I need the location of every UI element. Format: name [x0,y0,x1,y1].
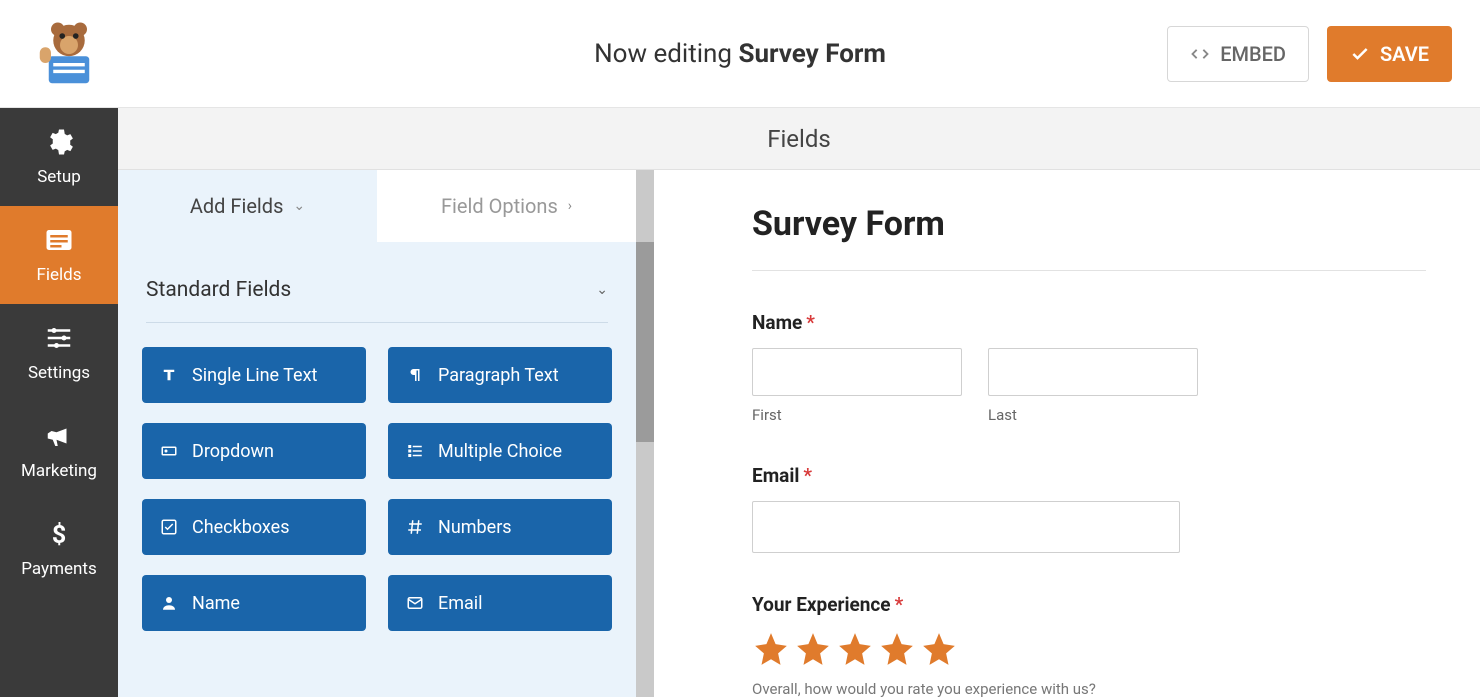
embed-button[interactable]: EMBED [1167,26,1309,82]
form-icon [44,225,74,255]
hash-icon [406,518,424,536]
star-icon[interactable] [878,630,916,668]
add-fields-panel: Add Fields ⌄ Field Options › Standard Fi… [118,170,654,697]
embed-label: EMBED [1220,42,1286,66]
save-button[interactable]: SAVE [1327,26,1452,82]
preview-title: Survey Form [752,204,1426,244]
chevron-down-icon: ⌄ [293,198,305,214]
sidebar-item-fields[interactable]: Fields [0,206,118,304]
last-name-input[interactable] [988,348,1198,396]
sidebar-item-settings[interactable]: Settings [0,304,118,402]
paragraph-icon [406,366,424,384]
first-sublabel: First [752,406,962,424]
checkbox-icon [160,518,178,536]
tab-add-fields[interactable]: Add Fields ⌄ [118,170,377,242]
field-numbers[interactable]: Numbers [388,499,612,555]
bullhorn-icon [44,421,74,451]
editing-title: Now editing Survey Form [594,39,886,69]
field-name[interactable]: Name [142,575,366,631]
chevron-down-icon: ⌄ [596,282,608,298]
divider [752,270,1426,271]
field-email[interactable]: Email [388,575,612,631]
gear-icon [44,127,74,157]
code-icon [1190,44,1210,64]
check-icon [1350,44,1370,64]
field-dropdown[interactable]: Dropdown [142,423,366,479]
experience-label: Your Experience* [752,593,1426,616]
editing-prefix: Now editing [594,39,738,69]
sidebar-item-label: Marketing [21,461,97,481]
brand-logo [28,13,110,95]
field-paragraph-text[interactable]: Paragraph Text [388,347,612,403]
sidebar-item-marketing[interactable]: Marketing [0,402,118,500]
sidebar-item-label: Payments [21,559,96,579]
star-icon[interactable] [920,630,958,668]
required-mark: * [806,311,815,334]
star-icon[interactable] [752,630,790,668]
required-mark: * [803,464,812,487]
sidebar: Setup Fields Settings Marketing $ Paymen… [0,108,118,697]
field-multiple-choice[interactable]: Multiple Choice [388,423,612,479]
top-bar: Now editing Survey Form EMBED SAVE [0,0,1480,108]
section-standard-fields[interactable]: Standard Fields ⌄ [146,278,608,323]
sliders-icon [44,323,74,353]
form-name: Survey Form [738,39,885,69]
star-icon[interactable] [794,630,832,668]
email-input[interactable] [752,501,1180,553]
star-icon[interactable] [836,630,874,668]
field-checkboxes[interactable]: Checkboxes [142,499,366,555]
envelope-icon [406,594,424,612]
tab-field-options[interactable]: Field Options › [377,170,636,242]
dropdown-icon [160,442,178,460]
text-icon [160,366,178,384]
experience-description: Overall, how would you rate you experien… [752,680,1426,697]
dollar-icon: $ [44,519,74,549]
sidebar-item-label: Setup [37,167,81,187]
required-mark: * [895,593,904,616]
name-label: Name* [752,311,1426,334]
scrollbar-thumb[interactable] [636,242,654,442]
sidebar-item-setup[interactable]: Setup [0,108,118,206]
user-icon [160,594,178,612]
form-preview: Survey Form Name* First Last Email* Your… [672,170,1480,697]
sidebar-item-payments[interactable]: $ Payments [0,500,118,598]
sidebar-item-label: Fields [36,265,81,285]
email-label: Email* [752,464,1426,487]
field-grid: Single Line Text Paragraph Text Dropdown… [142,347,612,631]
sidebar-item-label: Settings [28,363,90,383]
star-rating[interactable] [752,630,1426,668]
panel-title: Fields [118,108,1480,170]
first-name-input[interactable] [752,348,962,396]
list-icon [406,442,424,460]
svg-text:$: $ [52,521,66,549]
chevron-right-icon: › [568,198,572,214]
save-label: SAVE [1380,42,1429,66]
last-sublabel: Last [988,406,1198,424]
field-single-line-text[interactable]: Single Line Text [142,347,366,403]
